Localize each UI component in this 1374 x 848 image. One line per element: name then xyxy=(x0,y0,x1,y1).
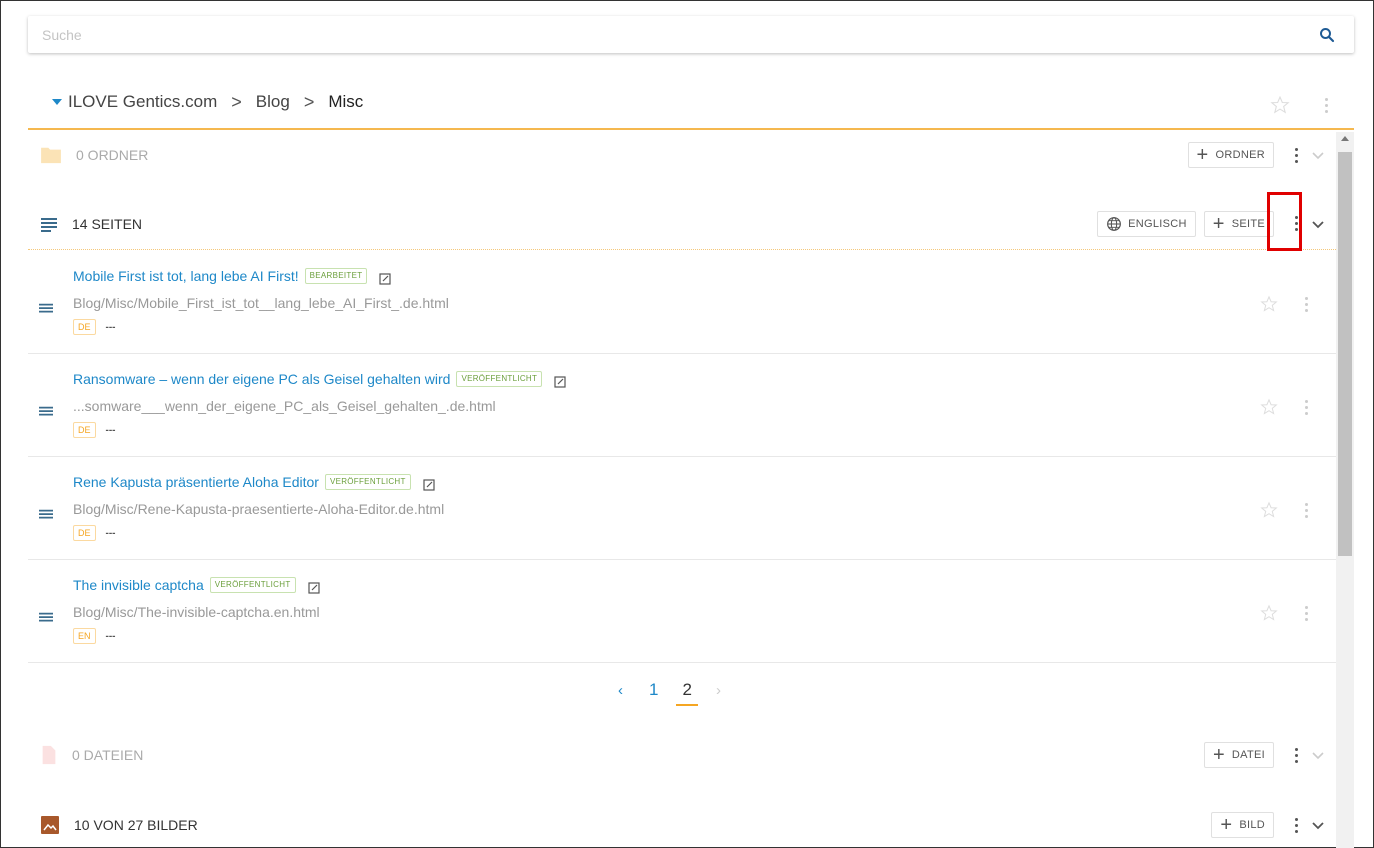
files-section-title: 0 DATEIEN xyxy=(72,747,144,763)
more-languages[interactable]: --- xyxy=(106,528,116,539)
folder-icon xyxy=(41,147,61,164)
more-vert-icon[interactable] xyxy=(1298,394,1314,420)
file-icon xyxy=(42,745,56,765)
open-external-icon[interactable] xyxy=(307,582,320,594)
more-languages[interactable]: --- xyxy=(106,322,116,333)
scrollbar-thumb[interactable] xyxy=(1338,152,1352,556)
page-title[interactable]: Ransomware – wenn der eigene PC als Geis… xyxy=(73,370,566,388)
star-icon[interactable] xyxy=(1260,295,1278,313)
add-folder-button[interactable]: + ORDNER xyxy=(1187,142,1274,168)
pagination-next[interactable]: › xyxy=(716,682,721,699)
page-path: ...somware___wenn_der_eigene_PC_als_Geis… xyxy=(73,398,496,414)
page-path: Blog/Misc/Mobile_First_ist_tot__lang_leb… xyxy=(73,295,449,311)
search-icon[interactable] xyxy=(1318,26,1336,44)
page-lines-icon xyxy=(39,612,53,622)
more-vert-icon[interactable] xyxy=(1288,742,1304,768)
globe-icon xyxy=(1107,216,1122,231)
language-tag[interactable]: EN xyxy=(73,628,96,644)
open-external-icon[interactable] xyxy=(379,273,392,285)
more-vert-icon[interactable] xyxy=(1288,812,1304,838)
star-icon[interactable] xyxy=(1260,398,1278,416)
chevron-down-icon[interactable] xyxy=(1310,147,1326,163)
breadcrumb-separator: > xyxy=(231,91,242,112)
more-languages[interactable]: --- xyxy=(106,631,116,642)
page-title[interactable]: Mobile First ist tot, lang lebe AI First… xyxy=(73,267,392,285)
status-badge: BEARBEITET xyxy=(304,268,368,284)
chevron-down-icon[interactable] xyxy=(1310,216,1326,232)
status-badge: VERÖFFENTLICHT xyxy=(324,474,411,490)
more-vert-icon[interactable] xyxy=(1298,291,1314,317)
pagination-page-1[interactable]: 1 xyxy=(649,680,658,700)
breadcrumb: ILOVE Gentics.com > Blog > Misc xyxy=(28,76,1354,130)
item-list: 0 ORDNER + ORDNER 14 SEITEN ENGLISCH + S… xyxy=(28,132,1336,848)
page-title[interactable]: Rene Kapusta präsentierte Aloha Editor V… xyxy=(73,473,435,491)
language-tag[interactable]: DE xyxy=(73,422,96,438)
list-item[interactable]: The invisible captcha VERÖFFENTLICHT Blo… xyxy=(28,560,1336,663)
list-item[interactable]: Rene Kapusta präsentierte Aloha Editor V… xyxy=(28,457,1336,560)
list-item[interactable]: Mobile First ist tot, lang lebe AI First… xyxy=(28,251,1336,354)
search-input[interactable] xyxy=(42,26,1318,43)
pages-section-title: 14 SEITEN xyxy=(72,215,143,232)
star-icon[interactable] xyxy=(1260,604,1278,622)
list-item[interactable]: Ransomware – wenn der eigene PC als Geis… xyxy=(28,354,1336,457)
star-icon[interactable] xyxy=(1270,95,1290,115)
add-page-button[interactable]: + SEITE xyxy=(1203,210,1274,237)
page-title[interactable]: The invisible captcha VERÖFFENTLICHT xyxy=(73,576,320,594)
page-lines-icon xyxy=(41,217,57,232)
language-tag[interactable]: DE xyxy=(73,319,96,335)
page-lines-icon xyxy=(39,509,53,519)
add-image-button[interactable]: + BILD xyxy=(1211,812,1274,838)
annotation-highlight-box xyxy=(1267,192,1302,251)
chevron-down-icon[interactable] xyxy=(1310,747,1326,763)
star-icon[interactable] xyxy=(1260,501,1278,519)
chevron-down-icon[interactable] xyxy=(1310,817,1326,833)
breadcrumb-current: Misc xyxy=(328,92,364,111)
pagination-prev[interactable]: ‹ xyxy=(618,682,623,699)
add-file-button[interactable]: + DATEI xyxy=(1203,742,1274,768)
images-section-header: 10 VON 27 BILDER + BILD xyxy=(28,802,1336,848)
pages-section-header: 14 SEITEN ENGLISCH + SEITE xyxy=(28,198,1336,250)
folders-section-header: 0 ORDNER + ORDNER xyxy=(28,132,1336,178)
more-vert-icon[interactable] xyxy=(1318,92,1334,118)
image-icon xyxy=(41,816,59,834)
breadcrumb-item-blog[interactable]: Blog xyxy=(256,92,290,112)
open-external-icon[interactable] xyxy=(554,376,566,388)
breadcrumb-separator: > xyxy=(303,91,315,112)
breadcrumb-item-root[interactable]: ILOVE Gentics.com xyxy=(68,92,217,112)
scroll-up-arrow-icon[interactable] xyxy=(1341,136,1349,141)
more-vert-icon[interactable] xyxy=(1298,600,1314,626)
page-lines-icon xyxy=(39,303,53,313)
language-tag[interactable]: DE xyxy=(73,525,96,541)
page-lines-icon xyxy=(39,406,53,416)
page-path: Blog/Misc/Rene-Kapusta-praesentierte-Alo… xyxy=(73,501,445,517)
scrollbar[interactable] xyxy=(1336,132,1354,848)
more-vert-icon[interactable] xyxy=(1288,142,1304,168)
more-languages[interactable]: --- xyxy=(106,425,116,436)
files-section-header: 0 DATEIEN + DATEI xyxy=(28,732,1336,778)
caret-down-icon[interactable] xyxy=(52,99,62,105)
status-badge: VERÖFFENTLICHT xyxy=(456,371,543,387)
status-badge: VERÖFFENTLICHT xyxy=(209,577,296,593)
language-button[interactable]: ENGLISCH xyxy=(1097,210,1196,237)
more-vert-icon[interactable] xyxy=(1298,497,1314,523)
folders-section-title: 0 ORDNER xyxy=(76,147,149,163)
pagination: ‹ 1 2 › xyxy=(618,680,721,706)
images-section-title: 10 VON 27 BILDER xyxy=(74,817,198,833)
open-external-icon[interactable] xyxy=(423,479,435,491)
search-bar xyxy=(28,16,1354,53)
page-path: Blog/Misc/The-invisible-captcha.en.html xyxy=(73,604,320,620)
pagination-page-2[interactable]: 2 xyxy=(676,680,699,706)
